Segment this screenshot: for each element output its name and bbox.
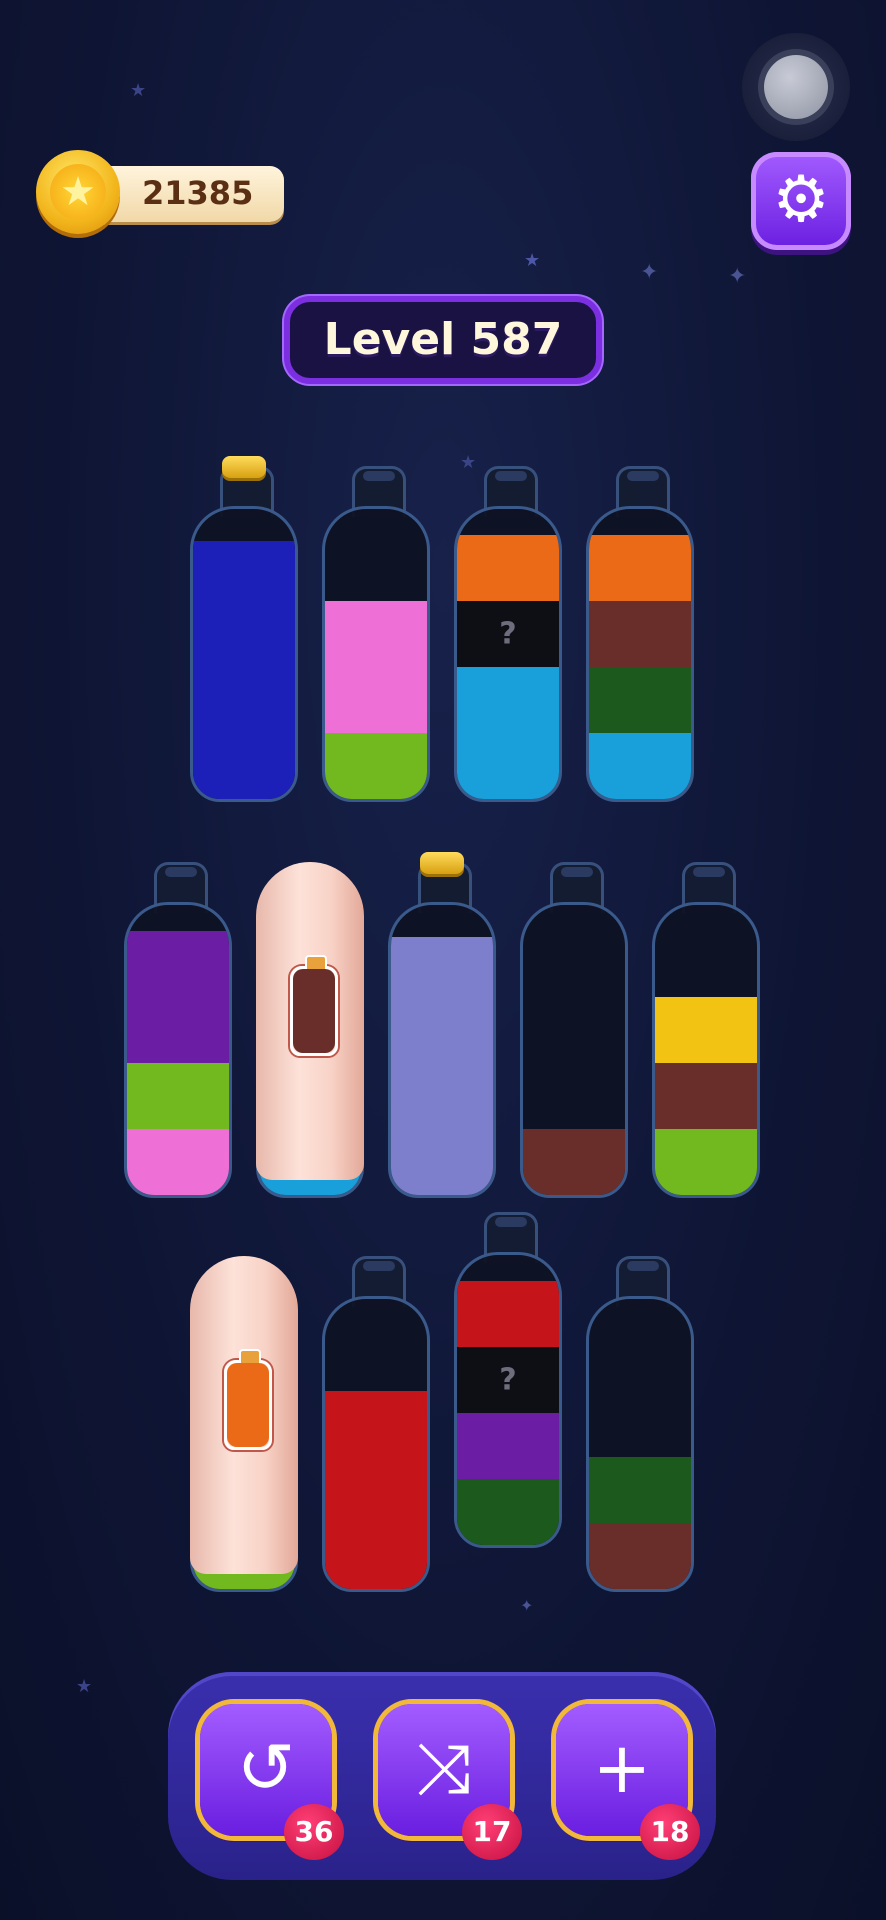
cloth-cover (190, 1256, 298, 1574)
shuffle-icon: ⤨ (416, 1727, 472, 1809)
mystery-mark: ? (499, 616, 517, 652)
bottle-glass: ? (454, 506, 562, 802)
add-bottle-count-badge: 18 (640, 1804, 700, 1860)
liquid-layer (193, 541, 295, 799)
bottle-glass (322, 1296, 430, 1592)
liquid-layer (325, 601, 427, 733)
bottle[interactable] (190, 456, 298, 802)
bottle[interactable] (652, 862, 760, 1198)
sparkle-decoration: ✦ (640, 260, 659, 285)
liquid-layer (457, 667, 559, 799)
liquid-layer (655, 1129, 757, 1195)
liquid-layer (589, 733, 691, 799)
mystery-layer: ? (457, 601, 559, 667)
add-bottle-icon: + (592, 1727, 652, 1809)
hidden-color-hint-icon (290, 955, 338, 1056)
bottle[interactable]: ? (454, 1212, 562, 1548)
liquid-layer (325, 733, 427, 799)
liquid-layer (127, 1129, 229, 1195)
bottle[interactable] (520, 862, 628, 1198)
liquid-layer (589, 1523, 691, 1589)
bottle[interactable] (586, 466, 694, 802)
settings-button[interactable]: ⚙ (751, 152, 851, 250)
liquid-layer (457, 1281, 559, 1347)
cloth-cover (256, 862, 364, 1180)
level-banner: Level 587 (284, 296, 602, 384)
mystery-layer: ? (457, 1347, 559, 1413)
liquid-layer (457, 1413, 559, 1479)
undo-count-badge: 36 (284, 1804, 344, 1860)
mystery-mark: ? (499, 1362, 517, 1398)
shuffle-count-badge: 17 (462, 1804, 522, 1860)
bottle[interactable] (388, 852, 496, 1198)
cork-icon (222, 456, 266, 478)
bottle[interactable] (322, 466, 430, 802)
gear-icon: ⚙ (772, 163, 830, 237)
star-coin-icon: ★ (36, 150, 120, 234)
bottle-glass (586, 506, 694, 802)
liquid-layer (655, 997, 757, 1063)
star-decoration: ★ (130, 80, 147, 101)
bottle[interactable] (586, 1256, 694, 1592)
hidden-color-hint-icon (224, 1349, 272, 1450)
covered-bottle[interactable] (256, 862, 364, 1198)
bottle-glass (124, 902, 232, 1198)
bottle-glass (322, 506, 430, 802)
bottle[interactable] (124, 862, 232, 1198)
bottle-glass (652, 902, 760, 1198)
shuffle-button[interactable]: ⤨ 17 (378, 1704, 522, 1860)
sparkle-decoration: ✦ (520, 1596, 534, 1615)
bottle[interactable] (322, 1256, 430, 1592)
coin-count: 21385 (142, 174, 254, 212)
star-decoration: ★ (76, 1676, 93, 1697)
liquid-layer (391, 937, 493, 1195)
liquid-layer (457, 1479, 559, 1545)
liquid-layer (655, 1063, 757, 1129)
liquid-layer (127, 1063, 229, 1129)
liquid-layer (589, 667, 691, 733)
bottle-glass (190, 506, 298, 802)
level-label: Level 587 (323, 314, 563, 365)
bottle-glass (586, 1296, 694, 1592)
bottle-glass (388, 902, 496, 1198)
bottle[interactable]: ? (454, 466, 562, 802)
undo-icon: ↺ (236, 1727, 296, 1809)
bottle-glass (520, 902, 628, 1198)
screen-record-indicator (742, 33, 850, 141)
liquid-layer (523, 1129, 625, 1195)
add-bottle-button[interactable]: +18 (556, 1704, 700, 1860)
liquid-layer (127, 931, 229, 1063)
liquid-layer (457, 535, 559, 601)
star-decoration: ★ (524, 250, 541, 271)
undo-button[interactable]: ↺ 36 (200, 1704, 344, 1860)
liquid-layer (325, 1391, 427, 1589)
liquid-layer (589, 1457, 691, 1523)
cork-icon (420, 852, 464, 874)
covered-bottle[interactable] (190, 1256, 298, 1592)
liquid-layer (589, 601, 691, 667)
sparkle-decoration: ✦ (728, 264, 747, 289)
bottle-glass: ? (454, 1252, 562, 1548)
liquid-layer (589, 535, 691, 601)
